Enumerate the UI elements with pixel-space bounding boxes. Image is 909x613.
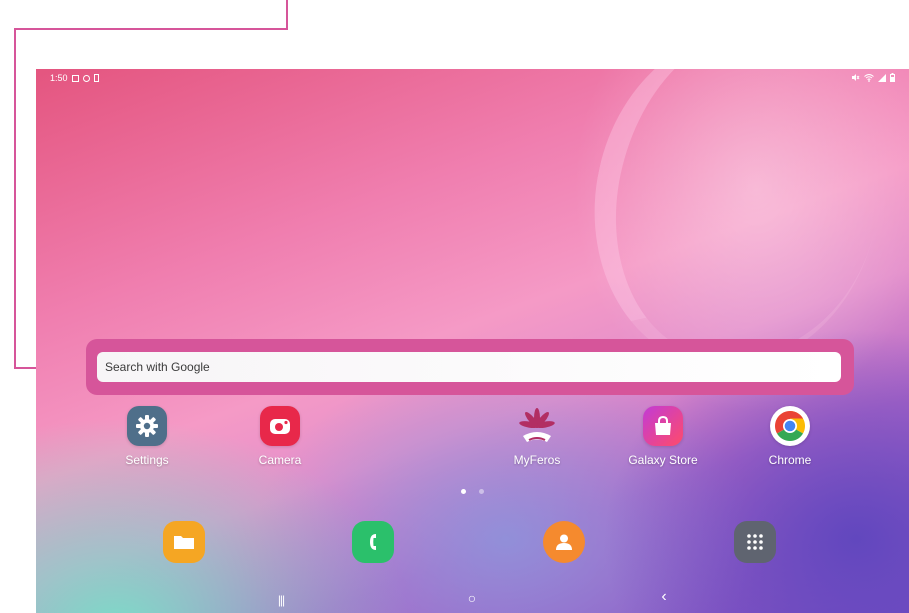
app-label-chrome: Chrome [768,453,812,467]
status-time: 1:50 [50,73,68,83]
home-button[interactable]: ○ [457,590,487,606]
mute-icon [852,74,860,81]
recents-button[interactable]: ||| [266,593,296,607]
google-search-bar[interactable]: Search with Google [97,352,841,382]
back-button[interactable]: ‹ [649,588,679,606]
galaxy-store-icon [643,406,683,446]
phone-icon[interactable] [352,521,394,563]
signal-icon [878,74,886,82]
app-chrome[interactable]: Chrome [745,406,835,467]
app-label-settings: Settings [125,453,169,467]
annotation-line-horizontal-top [14,28,288,30]
status-right [851,73,895,82]
annotation-line-vertical-left [14,28,16,369]
app-label-camera: Camera [258,453,302,467]
myferos-icon [517,406,557,446]
app-label-myferos: MyFeros [513,453,561,467]
wifi-icon [864,74,874,82]
apps-drawer-icon[interactable] [734,521,776,563]
annotation-line-vertical-top [286,0,288,29]
camera-icon [260,406,300,446]
app-camera[interactable]: Camera [235,406,325,467]
status-bar: 1:50 [36,69,909,87]
home-screen: 1:50 Search with Google Settings Camera … [36,69,909,613]
battery-saver-icon [93,74,99,82]
gear-icon [82,74,90,82]
my-files-icon[interactable] [163,521,205,563]
chrome-icon [770,406,810,446]
app-label-galaxy-store: Galaxy Store [628,453,698,467]
page-dot-active [461,489,466,494]
app-myferos[interactable]: MyFeros [492,406,582,467]
search-placeholder: Search with Google [105,360,210,374]
status-left: 1:50 [50,73,99,83]
app-settings[interactable]: Settings [102,406,192,467]
page-dot-inactive [479,489,484,494]
contacts-icon[interactable] [543,521,585,563]
settings-icon [127,406,167,446]
app-galaxy-store[interactable]: Galaxy Store [618,406,708,467]
battery-icon [890,73,895,82]
gallery-icon [71,74,79,82]
